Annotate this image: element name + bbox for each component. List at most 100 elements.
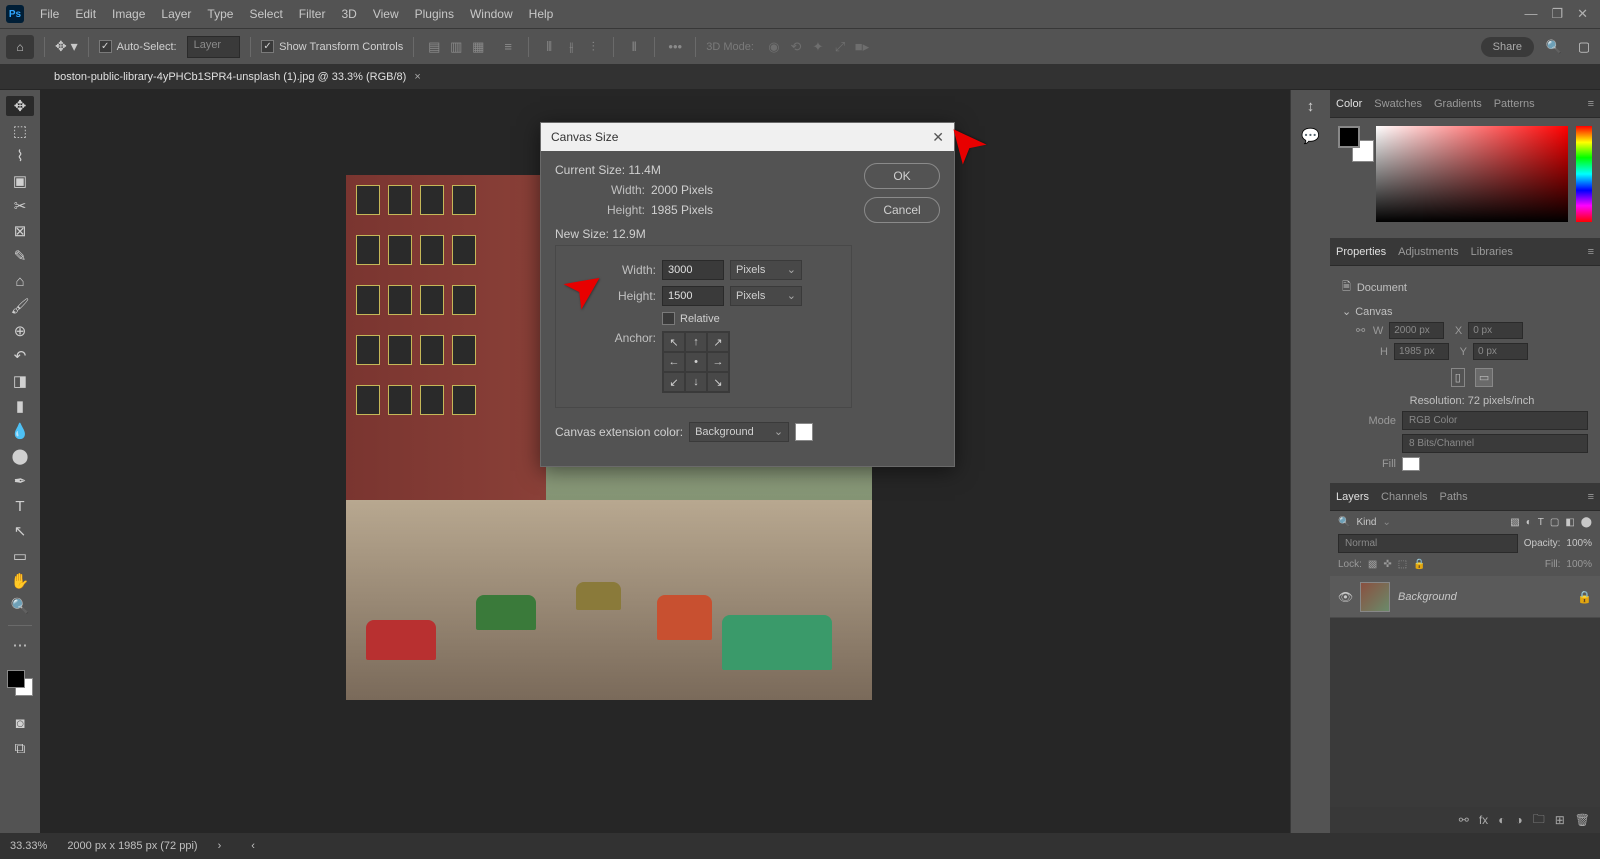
ok-button[interactable]: OK: [864, 163, 940, 189]
tab-properties[interactable]: Properties: [1336, 246, 1386, 258]
history-brush-tool[interactable]: ↶: [6, 346, 34, 366]
layer-mask-icon[interactable]: ◐: [1498, 813, 1505, 827]
more-options-icon[interactable]: •••: [665, 37, 685, 57]
layer-visibility-toggle[interactable]: 👁: [1338, 590, 1352, 604]
screen-mode-button[interactable]: ⧉: [6, 738, 34, 758]
anchor-center[interactable]: •: [685, 352, 707, 372]
object-select-tool[interactable]: ▣: [6, 171, 34, 191]
menu-3d[interactable]: 3D: [333, 3, 364, 25]
filter-type-icon[interactable]: T: [1538, 517, 1544, 528]
dist-bottom-icon[interactable]: ⫶: [583, 37, 603, 57]
show-transform-checkbox[interactable]: ✓Show Transform Controls: [261, 40, 403, 53]
extension-color-swatch[interactable]: [795, 423, 813, 441]
tab-patterns[interactable]: Patterns: [1494, 98, 1535, 110]
fill-value[interactable]: 100%: [1566, 559, 1592, 570]
menu-layer[interactable]: Layer: [153, 3, 199, 25]
orient-portrait-icon[interactable]: ▯: [1451, 368, 1465, 387]
link-layers-icon[interactable]: ⚯: [1459, 813, 1469, 827]
color-fg-bg-swatch[interactable]: [1338, 126, 1368, 156]
distribute-group[interactable]: ⫴ ⫲ ⫶: [539, 37, 603, 57]
move-tool[interactable]: ✥: [6, 96, 34, 116]
filter-smart-icon[interactable]: ◧: [1565, 517, 1574, 528]
auto-select-checkbox[interactable]: ✓Auto-Select:: [99, 40, 177, 53]
height-unit-select[interactable]: Pixels: [730, 286, 802, 306]
props-fill-swatch[interactable]: [1402, 457, 1420, 471]
share-button[interactable]: Share: [1481, 37, 1534, 57]
blur-tool[interactable]: 💧: [6, 421, 34, 441]
cancel-button[interactable]: Cancel: [864, 197, 940, 223]
tab-close-button[interactable]: ×: [414, 71, 420, 83]
quick-mask-button[interactable]: ◙: [6, 713, 34, 733]
anchor-w[interactable]: ←: [663, 352, 685, 372]
anchor-e[interactable]: →: [707, 352, 729, 372]
lasso-tool[interactable]: ⌇: [6, 146, 34, 166]
brush-tool[interactable]: 🖌: [6, 296, 34, 316]
dodge-tool[interactable]: ⬤: [6, 446, 34, 466]
lock-position-icon[interactable]: ✜: [1383, 559, 1391, 570]
orient-landscape-icon[interactable]: ▭: [1475, 368, 1493, 387]
rectangle-tool[interactable]: ▭: [6, 546, 34, 566]
new-width-input[interactable]: [662, 260, 724, 280]
align-menu-icon[interactable]: ≡: [498, 37, 518, 57]
marquee-tool[interactable]: ⬚: [6, 121, 34, 141]
menu-window[interactable]: Window: [462, 3, 521, 25]
dist-top-icon[interactable]: ⫴: [539, 37, 559, 57]
healing-tool[interactable]: ⌂: [6, 271, 34, 291]
extension-color-select[interactable]: Background: [689, 422, 789, 442]
anchor-ne[interactable]: ↗: [707, 332, 729, 352]
color-swatches[interactable]: [7, 670, 33, 696]
auto-select-target[interactable]: Layer: [187, 36, 241, 58]
lock-pixels-icon[interactable]: ▩: [1368, 559, 1377, 570]
delete-layer-icon[interactable]: 🗑: [1575, 813, 1590, 827]
type-tool[interactable]: T: [6, 496, 34, 516]
align-right-icon[interactable]: ▦: [468, 37, 488, 57]
status-dimensions[interactable]: 2000 px x 1985 px (72 ppi): [67, 840, 197, 852]
filter-toggle[interactable]: ⬤: [1581, 517, 1592, 528]
lock-artboard-icon[interactable]: ⬚: [1398, 559, 1407, 570]
layer-item-background[interactable]: 👁 Background 🔒: [1330, 576, 1600, 618]
menu-view[interactable]: View: [365, 3, 407, 25]
status-zoom[interactable]: 33.33%: [10, 840, 47, 852]
anchor-nw[interactable]: ↖: [663, 332, 685, 352]
tab-libraries[interactable]: Libraries: [1471, 246, 1513, 258]
filter-adjust-icon[interactable]: ◐: [1526, 517, 1532, 528]
props-bits-select[interactable]: 8 Bits/Channel: [1402, 434, 1588, 453]
workspace-icon[interactable]: ▢: [1574, 37, 1594, 57]
maximize-button[interactable]: ❐: [1551, 6, 1563, 22]
menu-filter[interactable]: Filter: [291, 3, 334, 25]
color-panel-menu[interactable]: ≡: [1588, 98, 1594, 110]
new-height-input[interactable]: [662, 286, 724, 306]
props-mode-select[interactable]: RGB Color: [1402, 411, 1588, 430]
opacity-value[interactable]: 100%: [1566, 538, 1592, 549]
menu-type[interactable]: Type: [199, 3, 241, 25]
dist-spacing-icon[interactable]: ‖: [624, 37, 644, 57]
menu-edit[interactable]: Edit: [67, 3, 104, 25]
status-arrow[interactable]: ›: [218, 840, 222, 852]
hue-slider[interactable]: [1576, 126, 1592, 222]
dialog-titlebar[interactable]: Canvas Size ✕: [541, 123, 954, 151]
blend-mode-select[interactable]: Normal: [1338, 534, 1518, 553]
tab-channels[interactable]: Channels: [1381, 491, 1427, 503]
search-icon[interactable]: 🔍: [1544, 37, 1564, 57]
anchor-grid[interactable]: ↖ ↑ ↗ ← • → ↙ ↓ ↘: [662, 331, 730, 393]
dist-vcenter-icon[interactable]: ⫲: [561, 37, 581, 57]
anchor-sw[interactable]: ↙: [663, 372, 685, 392]
tab-swatches[interactable]: Swatches: [1374, 98, 1422, 110]
minimize-button[interactable]: —: [1524, 6, 1537, 22]
filter-pixel-icon[interactable]: ▧: [1510, 517, 1519, 528]
color-field[interactable]: [1376, 126, 1568, 222]
props-canvas-section[interactable]: ⌄ Canvas: [1342, 305, 1588, 318]
crop-tool[interactable]: ✂: [6, 196, 34, 216]
tab-gradients[interactable]: Gradients: [1434, 98, 1482, 110]
anchor-n[interactable]: ↑: [685, 332, 707, 352]
tab-layers[interactable]: Layers: [1336, 491, 1369, 503]
dialog-close-button[interactable]: ✕: [932, 129, 944, 146]
menu-select[interactable]: Select: [241, 3, 290, 25]
close-window-button[interactable]: ✕: [1577, 6, 1588, 22]
anchor-s[interactable]: ↓: [685, 372, 707, 392]
menu-file[interactable]: File: [32, 3, 67, 25]
tab-paths[interactable]: Paths: [1440, 491, 1468, 503]
layer-thumbnail[interactable]: [1360, 582, 1390, 612]
comments-panel-icon[interactable]: 💬: [1297, 126, 1325, 146]
menu-image[interactable]: Image: [104, 3, 153, 25]
